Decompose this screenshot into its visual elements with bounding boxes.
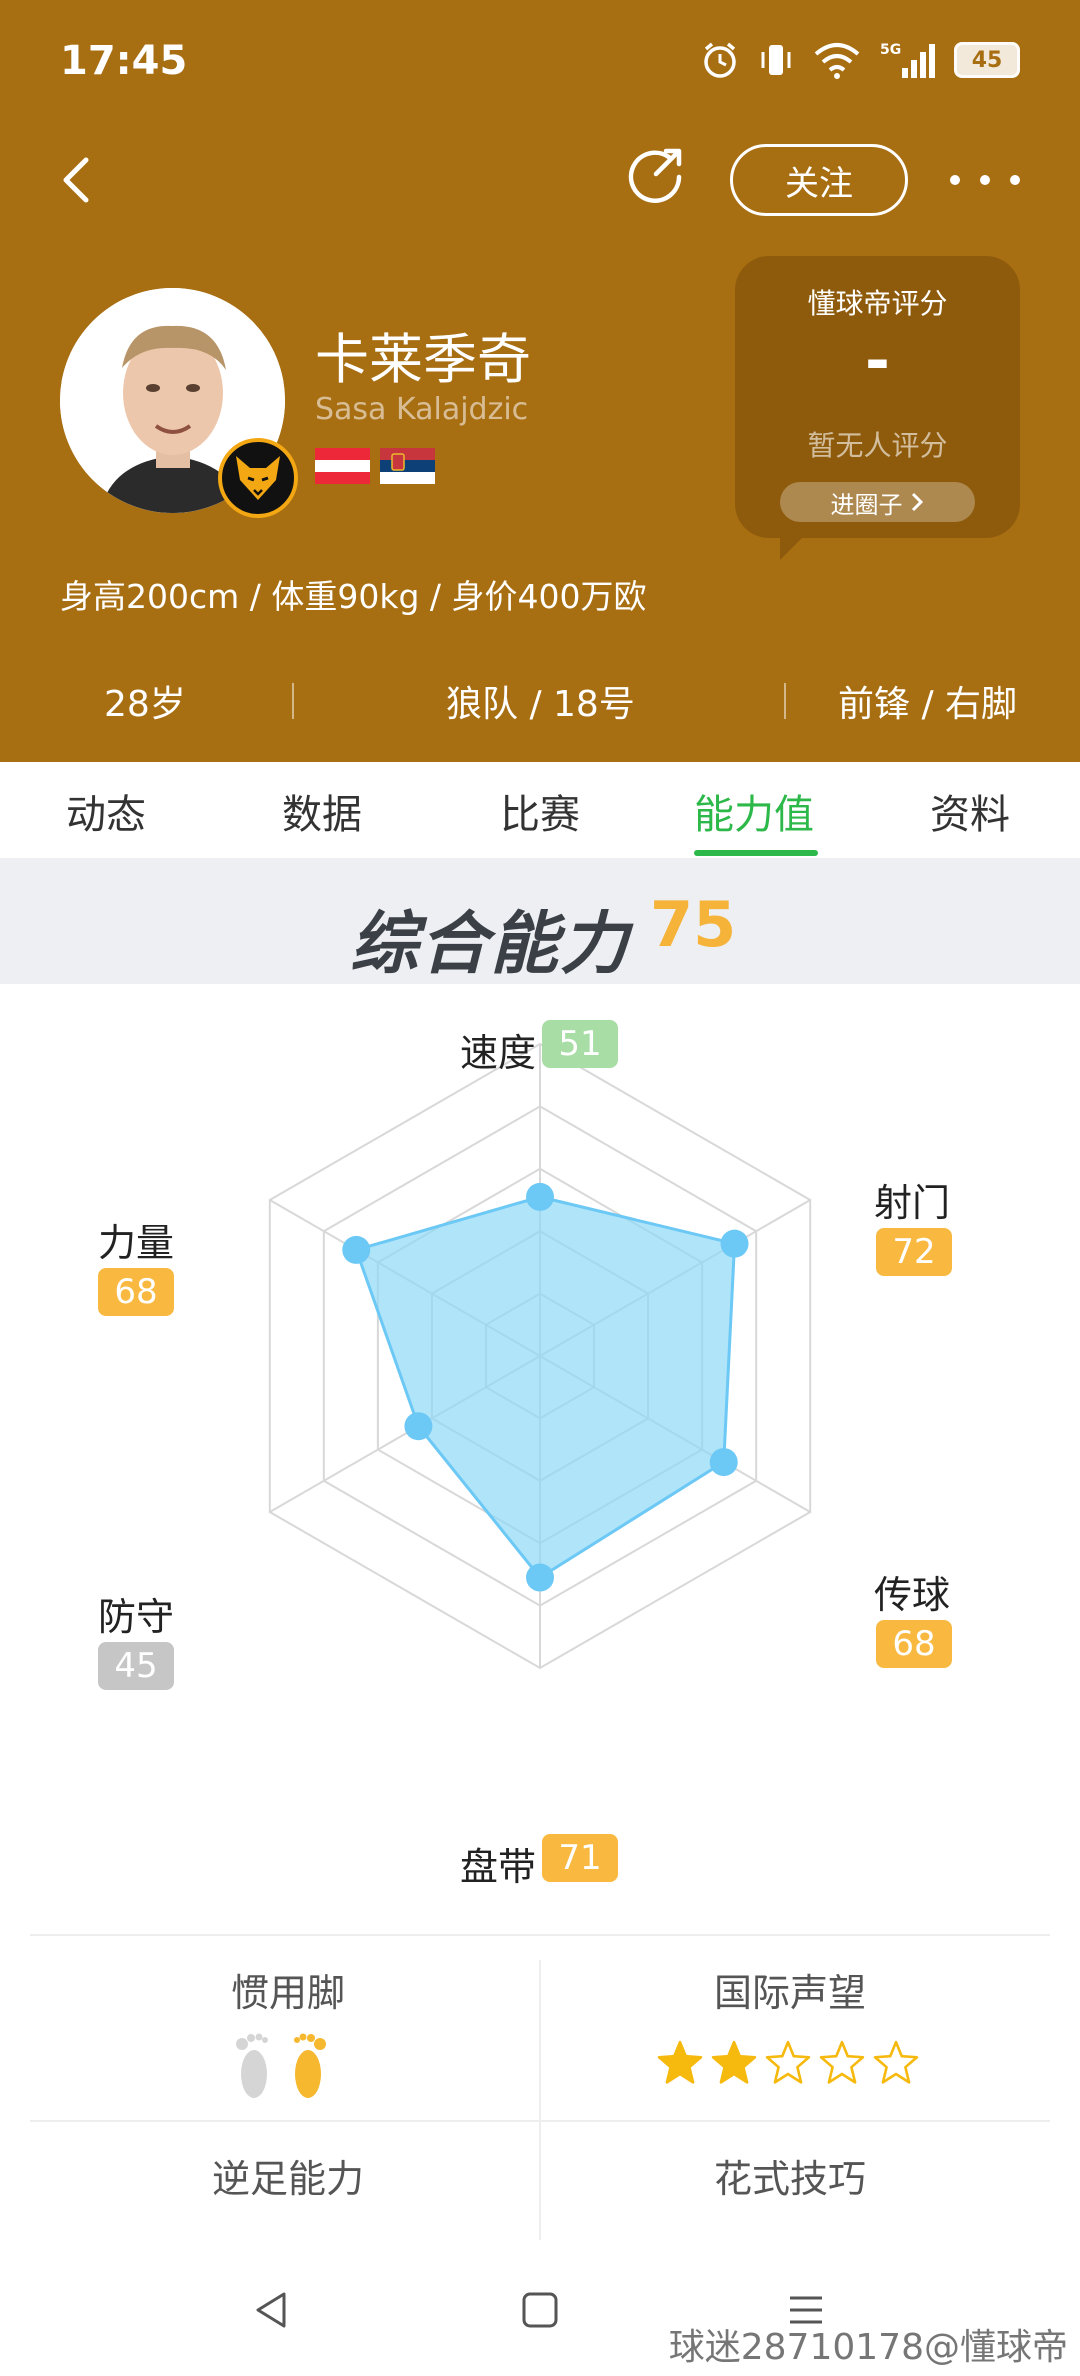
player-age: 28岁 xyxy=(104,684,186,725)
battery-indicator: 45 xyxy=(954,42,1020,78)
star-filled-icon xyxy=(657,2040,703,2084)
axis-label-defending: 防守 xyxy=(98,1595,175,1639)
star-empty-icon xyxy=(819,2040,865,2084)
tab-ability[interactable]: 能力值 xyxy=(694,782,814,840)
reputation-stars xyxy=(656,2040,920,2086)
radar-point-5 xyxy=(342,1235,371,1264)
divider xyxy=(30,1934,1050,1936)
weak-foot-label: 逆足能力 xyxy=(211,2157,364,2201)
serbia-flag-icon xyxy=(380,448,435,484)
status-icons: 5G 45 xyxy=(700,40,1020,80)
status-bar: 17:45 5G 45 xyxy=(0,0,1080,120)
axis-label-strength: 力量 xyxy=(98,1221,175,1265)
active-tab-indicator xyxy=(694,850,818,856)
top-nav: 关注 xyxy=(0,130,1080,230)
player-position-foot: 前锋 / 右脚 xyxy=(838,684,1018,725)
radar-data-area xyxy=(354,1195,737,1580)
player-header: 17:45 5G 45 关注 卡莱季奇 Sasa Kalajdzic 懂球帝评分… xyxy=(0,0,1080,762)
nationality-flags xyxy=(315,448,435,484)
ability-radar-chart: 速度 51 射门 72 传球 68 盘带 71 防守 45 力量 68 xyxy=(0,984,1080,1924)
axis-badge-strength: 68 xyxy=(98,1268,174,1316)
radar-point-1 xyxy=(720,1229,749,1258)
wifi-icon xyxy=(814,43,860,79)
back-icon[interactable] xyxy=(50,150,110,210)
player-body-info: 身高200cm / 体重90kg / 身价400万欧 xyxy=(60,577,647,616)
axis-label-shooting: 射门 xyxy=(874,1181,951,1225)
preferred-foot-indicator xyxy=(232,2030,330,2102)
preferred-foot-label: 惯用脚 xyxy=(230,1971,345,2015)
axis-label-passing: 传球 xyxy=(874,1573,951,1617)
dot xyxy=(950,175,960,185)
radar-point-3 xyxy=(526,1563,554,1592)
nav-back-icon[interactable] xyxy=(252,2290,292,2330)
radar-point-0 xyxy=(526,1182,554,1211)
alarm-icon xyxy=(704,42,736,78)
divider xyxy=(784,683,786,719)
axis-label-dribbling: 盘带 xyxy=(460,1845,537,1889)
divider xyxy=(30,2120,1050,2122)
skill-moves-label: 花式技巧 xyxy=(713,2157,866,2201)
more-options-icon[interactable] xyxy=(950,160,1020,200)
status-time: 17:45 xyxy=(60,38,188,84)
star-empty-icon xyxy=(765,2040,811,2084)
star-filled-icon xyxy=(711,2040,757,2084)
share-icon[interactable] xyxy=(620,142,690,212)
nav-home-icon[interactable] xyxy=(520,2290,560,2330)
tab-matches[interactable]: 比赛 xyxy=(500,782,580,840)
radar-point-2 xyxy=(709,1448,738,1477)
dot xyxy=(980,175,990,185)
dot xyxy=(1010,175,1020,185)
player-club-number[interactable]: 狼队 / 18号 xyxy=(446,675,635,727)
rating-value: - xyxy=(865,326,890,396)
rating-note: 暂无人评分 xyxy=(807,429,948,462)
tab-data[interactable]: 数据 xyxy=(282,782,362,840)
watermark: 球迷28710178@懂球帝 xyxy=(668,2327,1068,2368)
signal-5g-icon: 5G xyxy=(880,42,935,78)
vibrate-icon xyxy=(761,45,791,75)
star-empty-icon xyxy=(873,2040,919,2084)
join-circle-button[interactable]: 进圈子 xyxy=(780,482,975,522)
overall-label: 综合能力 xyxy=(350,905,631,984)
axis-badge-shooting: 72 xyxy=(876,1228,952,1276)
overall-score: 75 xyxy=(650,888,737,961)
follow-button[interactable]: 关注 xyxy=(730,144,908,216)
rating-title: 懂球帝评分 xyxy=(807,287,948,320)
tab-dynamics[interactable]: 动态 xyxy=(66,782,146,840)
overall-ability-banner: 综合能力 75 xyxy=(0,858,1080,984)
reputation-label: 国际声望 xyxy=(713,1971,866,2015)
tab-profile[interactable]: 资料 xyxy=(930,782,1010,840)
rating-card: 懂球帝评分 - 暂无人评分 进圈子 xyxy=(735,256,1020,538)
axis-label-speed: 速度 xyxy=(460,1031,537,1075)
radar-point-4 xyxy=(404,1412,433,1441)
join-circle-label: 进圈子 xyxy=(830,490,903,519)
axis-badge-dribbling: 71 xyxy=(542,1834,618,1882)
divider xyxy=(292,683,294,719)
axis-badge-speed: 51 xyxy=(542,1020,618,1068)
radar-svg xyxy=(268,1042,812,1670)
axis-badge-passing: 68 xyxy=(876,1620,952,1668)
rating-card-tail xyxy=(780,530,810,560)
club-badge-wolf-icon[interactable] xyxy=(218,438,298,518)
player-name-en: Sasa Kalajdzic xyxy=(315,392,529,427)
tab-bar: 动态 数据 比赛 能力值 资料 xyxy=(0,762,1080,858)
chevron-right-icon xyxy=(911,492,923,512)
right-foot-icon xyxy=(294,2033,326,2098)
player-name-cn: 卡莱季奇 xyxy=(315,328,531,391)
austria-flag-icon xyxy=(315,448,370,484)
svg-text:5G: 5G xyxy=(880,42,901,58)
left-foot-icon xyxy=(236,2033,268,2098)
axis-badge-defending: 45 xyxy=(98,1642,174,1690)
player-meta-row: 28岁 狼队 / 18号 前锋 / 右脚 xyxy=(0,665,1080,735)
